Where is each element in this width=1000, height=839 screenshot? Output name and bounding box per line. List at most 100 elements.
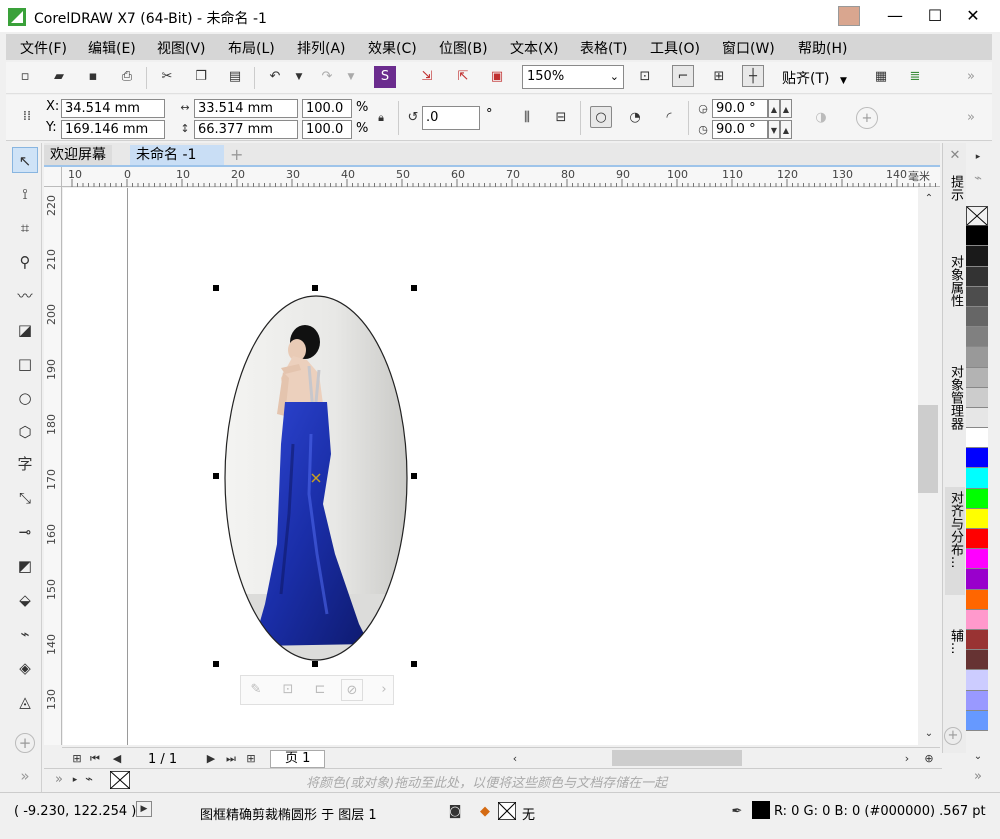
powerclip-ellipse[interactable] [223,294,409,662]
lock-ratio-icon[interactable]: 🔒︎ [370,107,392,129]
transparency-tool-icon[interactable]: ⬙ [12,587,38,613]
tab-welcome-screen[interactable]: 欢迎屏幕 [44,145,112,165]
palette-swatch[interactable] [966,589,988,610]
vertical-scroll-thumb[interactable] [918,405,938,493]
docker-tab-object-properties[interactable]: 对象属性 [945,251,965,341]
selection-handle[interactable] [312,285,318,291]
publish-pdf-icon[interactable]: ▣ [486,66,508,88]
drop-shadow-tool-icon[interactable]: ◩ [12,553,38,579]
zoom-level-select[interactable]: 150% ⌄ [522,65,624,89]
page-tab-1[interactable]: 页 1 [270,750,326,768]
smart-fill-icon[interactable]: ◬ [12,689,38,715]
menu-table[interactable]: 表格(T) [580,38,627,58]
freehand-tool-icon[interactable]: 〰 [12,283,38,309]
palette-swatch[interactable] [966,529,988,550]
add-tool-icon[interactable]: + [15,733,35,753]
document-eyedropper-icon[interactable]: ⌁ [78,769,100,791]
scale-x-input[interactable]: 100.0 [302,99,352,118]
property-overflow-icon[interactable]: » [960,107,982,129]
palette-swatch[interactable] [966,710,988,731]
end-angle-input[interactable]: 90.0 ° [712,120,768,139]
palette-swatch[interactable] [966,407,988,429]
docker-tab-object-manager[interactable]: 对象管理器 [945,361,965,465]
palette-swatch[interactable] [966,629,988,651]
docker-tab-align-distribute[interactable]: 对齐与分布... [945,487,965,595]
vertical-ruler[interactable]: 220 210 200 190 180 170 160 150 140 130 [44,187,62,745]
palette-swatch[interactable] [966,609,988,630]
palette-swatch[interactable] [966,508,988,529]
vertical-scrollbar[interactable]: ⌃ ⌄ [918,188,940,745]
show-guidelines-icon[interactable]: ┼ [742,65,764,87]
no-color-swatch[interactable] [966,206,988,227]
redo-dropdown-icon[interactable]: ▼ [340,66,362,88]
add-tab-button[interactable]: + [224,145,249,165]
palette-swatch[interactable] [966,286,988,307]
import-icon[interactable]: ⇲ [416,66,438,88]
ellipse-tool-icon[interactable]: ○ [12,385,38,411]
previous-page-icon[interactable]: ◀ [106,748,128,770]
palette-swatch[interactable] [966,246,988,267]
undo-dropdown-icon[interactable]: ▼ [288,66,310,88]
selection-handle[interactable] [411,661,417,667]
selection-handle[interactable] [411,473,417,479]
docker-tab-hints[interactable]: 提示 [945,171,965,227]
add-docker-icon[interactable]: + [944,727,962,745]
shape-tool-icon[interactable]: ⟟ [12,181,38,207]
maximize-button[interactable]: ☐ [920,2,950,30]
palette-swatch[interactable] [966,327,988,348]
start-angle-spin-up-icon[interactable]: ▲ [780,99,792,118]
horizontal-scroll-thumb[interactable] [612,750,742,766]
menu-bitmaps[interactable]: 位图(B) [439,38,488,58]
palette-swatch[interactable] [966,347,988,368]
undo-icon[interactable]: ↶ [264,66,286,88]
minimize-button[interactable]: — [880,2,910,30]
palette-eyedropper-icon[interactable]: ⌁ [968,168,988,190]
ellipse-mode-icon[interactable]: ○ [590,106,612,128]
close-button[interactable]: ✕ [958,2,988,30]
menu-view[interactable]: 视图(V) [157,38,206,58]
ruler-origin[interactable] [44,167,62,187]
copy-icon[interactable]: ❐ [190,66,212,88]
first-page-icon[interactable]: ⏮ [84,748,106,770]
palette-swatch[interactable] [966,468,988,489]
y-position-input[interactable]: 169.146 mm [61,120,165,139]
show-grid-icon[interactable]: ⊞ [708,66,730,88]
start-angle-spin-icon[interactable]: ▲ [768,99,780,118]
paste-icon[interactable]: ▤ [224,66,246,88]
options-icon[interactable]: ▦ [870,66,892,88]
menu-window[interactable]: 窗口(W) [722,38,775,58]
status-expand-icon[interactable]: ▶ [136,801,152,817]
scroll-up-icon[interactable]: ⌃ [918,188,940,210]
new-document-icon[interactable]: ▫ [14,66,36,88]
export-icon[interactable]: ⇱ [452,66,474,88]
palette-swatch[interactable] [966,448,988,469]
menu-text[interactable]: 文本(X) [510,38,559,58]
start-angle-input[interactable]: 90.0 ° [712,99,768,118]
next-page-icon[interactable]: ▶ [200,748,222,770]
palette-swatch[interactable] [966,428,988,449]
dimension-tool-icon[interactable]: ⤡ [12,485,38,511]
menu-edit[interactable]: 编辑(E) [88,38,136,58]
menu-help[interactable]: 帮助(H) [798,38,847,58]
application-launcher-icon[interactable]: ≣ [904,66,926,88]
selection-handle[interactable] [213,661,219,667]
redo-icon[interactable]: ↷ [316,66,338,88]
arc-mode-icon[interactable]: ◜ [658,107,680,129]
selection-handle[interactable] [312,661,318,667]
drawing-canvas[interactable]: ✎ ⊡ ⊏ ⊘ › [63,188,918,745]
palette-swatch[interactable] [966,266,988,287]
height-input[interactable]: 66.377 mm [194,120,298,139]
zoom-tool-icon[interactable]: ⚲ [12,249,38,275]
scroll-down-icon[interactable]: ⌄ [918,723,940,745]
add-page-after-icon[interactable]: ⊞ [240,748,262,770]
toolbar-overflow-icon[interactable]: » [960,66,982,88]
width-input[interactable]: 33.514 mm [194,99,298,118]
scroll-left-icon[interactable]: ‹ [504,748,526,770]
snap-to-dropdown[interactable]: 贴齐(T) ▼ [782,68,847,88]
rectangle-tool-icon[interactable]: □ [12,351,38,377]
show-rulers-icon[interactable]: ⌐ [672,65,694,87]
rotation-angle-input[interactable]: .0 [422,106,480,130]
pie-mode-icon[interactable]: ◔ [624,107,646,129]
palette-swatch[interactable] [966,549,988,570]
more-options-icon[interactable]: › [373,679,395,701]
